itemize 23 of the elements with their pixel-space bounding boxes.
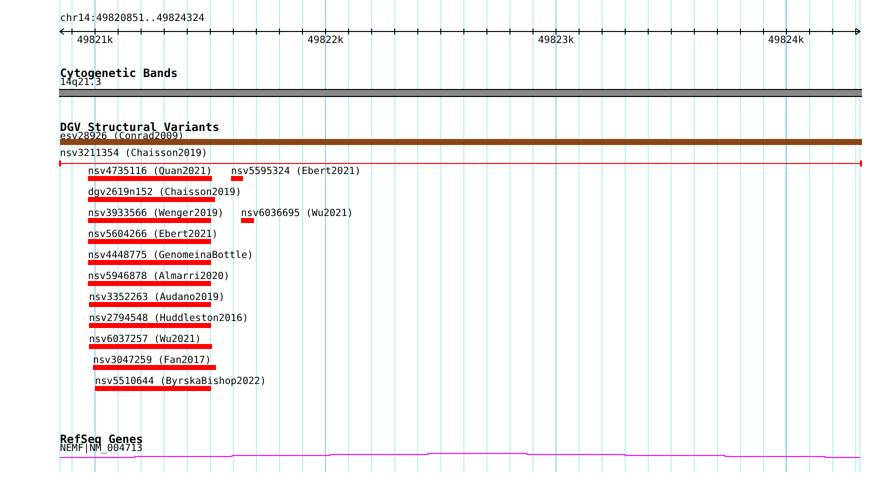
feature-label: nsv3211354 (Chaisson2019) xyxy=(60,149,208,159)
feature-label: nsv3047259 (Fan2017) xyxy=(93,356,211,366)
feature-label: dgv2619n152 (Chaisson2019) xyxy=(88,188,242,198)
ruler-tick-label: 49824k xyxy=(768,36,804,46)
feature-label: NEMF|NM_004713 xyxy=(60,444,143,454)
location-label: chr14:49820851..49824324 xyxy=(60,14,204,24)
ruler-tick-label: 49822k xyxy=(307,36,344,46)
feature-label: nsv4448775 (GenomeinaBottle) xyxy=(88,251,254,261)
feature-label: 14q21.3 xyxy=(60,78,102,88)
feature-label: nsv5510644 (ByrskaBishop2022) xyxy=(95,377,266,387)
feature-label: esv28926 (Conrad2009) xyxy=(60,132,184,142)
feature-label: nsv3933566 (Wenger2019) xyxy=(88,209,224,219)
ruler-tick-label: 49821k xyxy=(76,36,114,46)
track-title: Cytogenetic Bands xyxy=(60,66,178,80)
feature-label: nsv6037257 (Wu2021) xyxy=(89,335,202,345)
feature-label: nsv4735116 (Quan2021) xyxy=(88,167,212,177)
ruler-tick-label: 49823k xyxy=(538,36,574,46)
feature-label: nsv5946878 (Almarri2020) xyxy=(88,272,230,282)
feature-label: nsv2794548 (Huddleston2016) xyxy=(89,314,248,324)
feature-label: nsv3352263 (Audano2019) xyxy=(89,293,225,303)
feature-label: nsv5595324 (Ebert2021) xyxy=(231,167,361,177)
feature-label: nsv5604266 (Ebert2021) xyxy=(88,230,218,240)
feature-label: nsv6036695 (Wu2021) xyxy=(241,209,354,219)
